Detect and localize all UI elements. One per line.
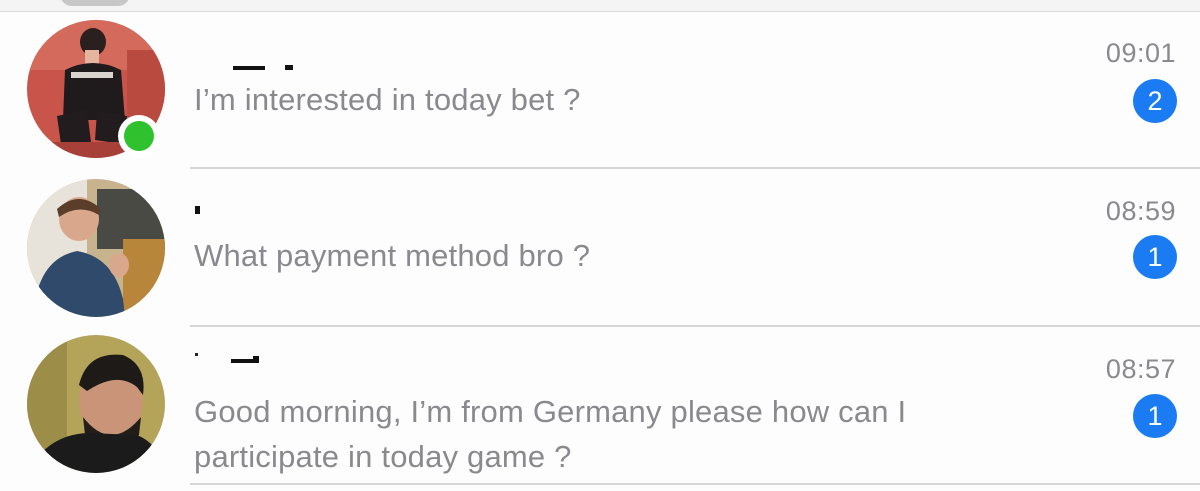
redacted-contact-name <box>195 353 259 363</box>
redacted-contact-name <box>195 206 200 214</box>
redacted-contact-name <box>233 65 293 70</box>
message-preview-line-2: participate in today game ? <box>194 439 572 474</box>
unread-count-badge: 1 <box>1133 235 1177 279</box>
conversation-row-1[interactable]: I’m interested in today bet ? 09:01 2 <box>0 12 1200 169</box>
message-preview: I’m interested in today bet ? <box>194 82 581 117</box>
row-divider <box>190 483 1200 485</box>
message-time: 08:59 <box>1105 196 1176 226</box>
unread-count-badge: 2 <box>1133 79 1177 123</box>
contact-avatar <box>27 179 165 317</box>
chat-list-screen: I’m interested in today bet ? 09:01 2 Wh… <box>0 0 1200 491</box>
conversation-row-2[interactable]: What payment method bro ? 08:59 1 <box>0 169 1200 327</box>
conversation-row-3[interactable]: Good morning, I’m from Germany please ho… <box>0 327 1200 487</box>
message-time: 08:57 <box>1105 354 1176 384</box>
message-time: 09:01 <box>1105 38 1176 68</box>
previous-avatar-edge <box>60 0 130 6</box>
message-preview-line-1: Good morning, I’m from Germany please ho… <box>194 394 907 429</box>
online-status-indicator <box>118 115 160 157</box>
message-preview: What payment method bro ? <box>194 238 591 273</box>
unread-count-badge: 1 <box>1133 394 1177 438</box>
contact-avatar <box>27 335 165 473</box>
previous-row-edge <box>0 0 1200 12</box>
